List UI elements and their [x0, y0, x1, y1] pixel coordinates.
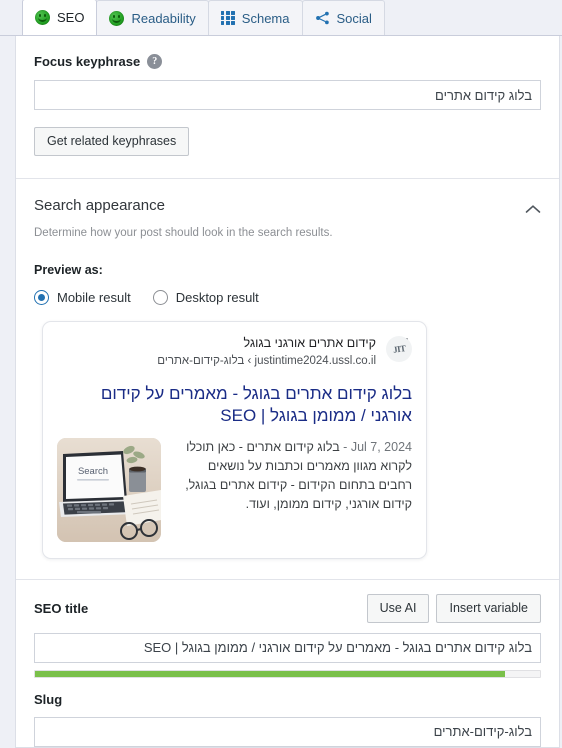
radio-desktop-indicator[interactable] [152, 290, 168, 305]
share-icon [315, 11, 330, 25]
seo-title-progress-fill [35, 670, 505, 677]
preview-as-radio-group: Mobile result Desktop result [34, 290, 541, 305]
slug-input[interactable] [34, 716, 541, 747]
seo-title-label: SEO title [34, 600, 89, 616]
search-appearance-description: Determine how your post should look in t… [34, 227, 333, 239]
google-preview-card[interactable]: JIT קידום אתרים אורגני בגוגל justintime2… [42, 321, 427, 559]
tab-schema-label: Schema [241, 10, 290, 26]
seo-title-header: SEO title Use AI Insert variable [34, 593, 541, 623]
search-appearance-header[interactable]: Search appearance [34, 197, 541, 214]
favicon-text: JIT [392, 343, 406, 355]
grid-icon [220, 11, 235, 25]
preview-site-row: JIT קידום אתרים אורגני בגוגל justintime2… [57, 336, 412, 369]
preview-thumbnail: Search [57, 437, 161, 542]
help-circle-icon[interactable]: ? [147, 54, 163, 69]
smiley-green-icon [35, 10, 50, 25]
use-ai-button[interactable]: Use AI [366, 593, 430, 623]
preview-date-separator: - [343, 439, 348, 454]
focus-keyphrase-label: Focus keyphrase [34, 54, 141, 69]
laptop-search-photo: Search [57, 437, 161, 542]
slug-section: Slug [16, 678, 559, 747]
preview-url: justintime2024.ussl.co.il › בלוג-קידום-א… [157, 354, 376, 367]
seo-panel: Focus keyphrase ? Get related keyphrases… [15, 36, 560, 748]
smiley-green-icon [109, 10, 125, 26]
radio-mobile-label: Mobile result [57, 290, 131, 305]
tab-seo-label: SEO [57, 10, 85, 25]
seo-title-length-progress [34, 669, 541, 678]
search-appearance-section: Search appearance Determine how your pos… [16, 179, 559, 559]
radio-mobile-result[interactable]: Mobile result [34, 290, 131, 305]
seo-title-actions: Use AI Insert variable [366, 593, 541, 623]
chevron-up-icon[interactable] [525, 201, 541, 213]
radio-desktop-result[interactable]: Desktop result [152, 290, 259, 305]
tab-social-label: Social [336, 10, 372, 26]
preview-title[interactable]: בלוג קידום אתרים בגוגל - מאמרים על קידום… [57, 383, 412, 428]
tab-seo[interactable]: SEO [22, 0, 98, 35]
focus-keyphrase-section: Focus keyphrase ? Get related keyphrases [16, 36, 559, 156]
get-related-keyphrases-button[interactable]: Get related keyphrases [34, 127, 190, 156]
analysis-tab-bar: SEO Readability Schema Social [0, 0, 562, 36]
preview-site-info: קידום אתרים אורגני בגוגל justintime2024.… [57, 336, 376, 369]
preview-site-name: קידום אתרים אורגני בגוגל [243, 336, 376, 350]
preview-as-label: Preview as: [34, 263, 103, 277]
seo-title-section: SEO title Use AI Insert variable [16, 580, 559, 678]
focus-keyphrase-input[interactable] [34, 80, 541, 110]
favicon: JIT [386, 336, 412, 362]
focus-keyphrase-label-row: Focus keyphrase ? [34, 54, 541, 69]
svg-text:Search: Search [78, 466, 108, 477]
preview-snippet-lead: בלוג קידום אתרים - כאן [217, 439, 340, 454]
radio-desktop-label: Desktop result [175, 290, 259, 305]
tab-readability-label: Readability [131, 10, 196, 26]
tab-schema[interactable]: Schema [207, 0, 303, 35]
preview-date: Jul 7, 2024 [350, 439, 412, 454]
preview-body: Jul 7, 2024 - בלוג קידום אתרים - כאן תוכ… [57, 437, 412, 542]
tab-social[interactable]: Social [301, 0, 385, 35]
search-appearance-title: Search appearance [34, 197, 165, 214]
insert-variable-button[interactable]: Insert variable [436, 593, 541, 623]
preview-description-block: Jul 7, 2024 - בלוג קידום אתרים - כאן תוכ… [171, 438, 412, 542]
tab-readability[interactable]: Readability [96, 0, 209, 35]
seo-title-input[interactable] [34, 632, 541, 663]
slug-label: Slug [34, 691, 63, 707]
radio-mobile-indicator[interactable] [34, 290, 49, 305]
